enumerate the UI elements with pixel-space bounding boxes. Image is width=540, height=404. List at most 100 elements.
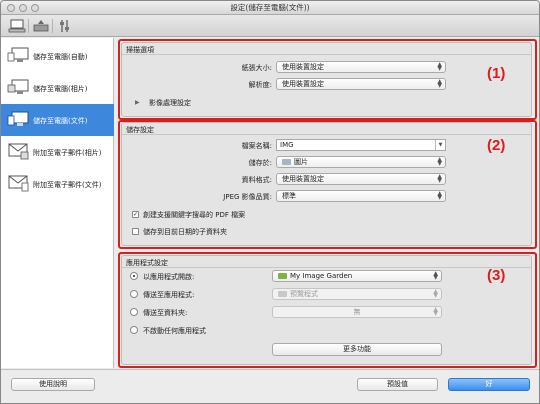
file-name-value: IMG [280, 141, 294, 149]
sidebar-item-label: 儲存至電腦(文件) [33, 117, 88, 125]
scan-from-operation-panel-button[interactable] [31, 18, 51, 34]
image-processing-settings-label[interactable]: 影像處理設定 [149, 98, 191, 108]
sidebar-item-label: 儲存至電腦(相片) [33, 85, 88, 93]
save-in-value: 圖片 [294, 158, 308, 166]
minimize-window-button[interactable] [19, 4, 27, 12]
my-image-garden-icon [278, 273, 287, 279]
chevron-down-icon[interactable]: ▼ [435, 140, 445, 150]
app-settings-panel: 應用程式設定 以應用程式開啟: My Image Garden ▲ ▼ 傳送至應用… [121, 255, 532, 365]
preview-app-icon [278, 291, 287, 297]
email-document-icon [8, 175, 29, 192]
zoom-window-button[interactable] [31, 4, 39, 12]
title-bar: 設定(儲存至電腦(文件)) [1, 1, 539, 15]
scan-from-computer-button[interactable] [7, 18, 27, 34]
paper-size-value: 使用裝置設定 [282, 63, 324, 71]
paper-size-label: 紙張大小: [241, 64, 272, 72]
toolbar-separator [52, 19, 53, 33]
resolution-label: 解析度: [248, 81, 272, 89]
computer-document-icon [7, 111, 29, 126]
save-subfolder-checkbox[interactable] [132, 228, 139, 235]
close-window-button[interactable] [7, 4, 15, 12]
popup-arrows-icon: ▲ ▼ [433, 306, 438, 317]
sidebar-item-save-to-computer-document[interactable]: 儲存至電腦(文件) [1, 104, 114, 136]
file-name-combo[interactable]: IMG ▼ [276, 139, 446, 151]
jpeg-quality-label: JPEG 影像品質: [223, 193, 272, 201]
resolution-value: 使用裝置設定 [282, 80, 324, 88]
callout-number-1: (1) [487, 65, 506, 82]
jpeg-quality-popup[interactable]: 標準 ▲ ▼ [276, 190, 446, 202]
ok-button[interactable]: 好 [448, 378, 530, 391]
save-subfolder-label: 儲存到目前日期的子資料夾 [143, 228, 227, 236]
send-to-app-popup[interactable]: 預覽程式 ▲ ▼ [272, 288, 442, 300]
save-in-popup[interactable]: 圖片 ▲ ▼ [276, 156, 446, 168]
popup-arrows-icon: ▲ ▼ [433, 288, 438, 299]
popup-arrows-icon: ▲ ▼ [437, 78, 442, 89]
general-settings-button[interactable] [55, 18, 75, 34]
send-to-folder-popup[interactable]: 無 ▲ ▼ [272, 306, 442, 318]
computer-photo-icon [7, 79, 29, 94]
create-pdf-checkbox[interactable]: ✓ [132, 211, 139, 218]
data-format-popup[interactable]: 使用裝置設定 ▲ ▼ [276, 173, 446, 185]
sidebar-item-save-to-computer-photo[interactable]: 儲存至電腦(相片) [1, 72, 114, 104]
data-format-label: 資料格式: [241, 176, 272, 184]
footer-divider [1, 369, 539, 370]
help-button[interactable]: 使用說明 [11, 378, 95, 391]
send-to-folder-value: 無 [353, 308, 361, 316]
sidebar: 儲存至電腦(自動) 儲存至電腦(相片) 儲存至電腦(文件) 附加至電子郵件(相片… [1, 38, 114, 368]
send-to-folder-label: 傳送至資料夾: [143, 309, 188, 317]
ok-button-label: 好 [485, 380, 493, 388]
panel-divider [122, 267, 531, 268]
general-settings-icon [60, 20, 69, 32]
send-to-folder-radio[interactable] [130, 308, 138, 316]
disclosure-triangle-icon[interactable]: ▶ [135, 99, 140, 106]
more-functions-button[interactable]: 更多功能 [272, 343, 442, 356]
scan-from-computer-icon [8, 19, 26, 33]
open-with-app-value: My Image Garden [290, 272, 353, 280]
open-with-app-label: 以應用程式開啟: [143, 273, 195, 281]
paper-size-popup[interactable]: 使用裝置設定 ▲ ▼ [276, 61, 446, 73]
scan-from-operation-panel-icon [33, 20, 49, 32]
scan-options-panel: 掃描選項 紙張大小: 使用裝置設定 ▲ ▼ 解析度: 使用裝置設定 ▲ ▼ ▶ 影像… [121, 42, 532, 117]
popup-arrows-icon: ▲ ▼ [437, 61, 442, 72]
toolbar-separator [28, 19, 29, 33]
save-in-label: 儲存於: [248, 159, 272, 167]
popup-arrows-icon: ▲ ▼ [433, 270, 438, 281]
defaults-button-label: 預設值 [387, 380, 408, 388]
panel-divider [122, 54, 531, 55]
radio-dot [133, 275, 135, 277]
do-not-start-app-radio[interactable] [130, 326, 138, 334]
send-to-app-radio[interactable] [130, 290, 138, 298]
email-photo-icon [8, 143, 29, 160]
popup-arrows-icon: ▲ ▼ [437, 173, 442, 184]
sidebar-item-attach-email-document[interactable]: 附加至電子郵件(文件) [1, 168, 114, 200]
computer-auto-icon [7, 47, 29, 62]
file-name-label: 檔案名稱: [241, 142, 272, 150]
open-with-app-radio[interactable] [130, 272, 138, 280]
folder-icon [282, 159, 291, 165]
settings-window: 設定(儲存至電腦(文件)) 儲存至電腦(自動) 儲存至電腦(相片) 儲存至電腦(… [0, 0, 540, 404]
jpeg-quality-value: 標準 [282, 192, 296, 200]
popup-arrows-icon: ▲ ▼ [437, 156, 442, 167]
sidebar-item-save-to-computer-auto[interactable]: 儲存至電腦(自動) [1, 40, 114, 72]
sidebar-item-attach-email-photo[interactable]: 附加至電子郵件(相片) [1, 136, 114, 168]
sidebar-item-label: 附加至電子郵件(文件) [33, 181, 102, 189]
more-functions-label: 更多功能 [343, 345, 371, 353]
sidebar-item-label: 儲存至電腦(自動) [33, 53, 88, 61]
open-with-app-popup[interactable]: My Image Garden ▲ ▼ [272, 270, 442, 282]
do-not-start-app-label: 不啟動任何應用程式 [143, 327, 206, 335]
toolbar [1, 15, 539, 37]
callout-number-2: (2) [487, 137, 506, 154]
popup-arrows-icon: ▲ ▼ [437, 190, 442, 201]
send-to-app-value: 預覽程式 [290, 290, 318, 298]
resolution-popup[interactable]: 使用裝置設定 ▲ ▼ [276, 78, 446, 90]
sidebar-item-label: 附加至電子郵件(相片) [33, 149, 102, 157]
save-settings-panel: 儲存設定 檔案名稱: IMG ▼ 儲存於: 圖片 ▲ ▼ 資料格式: 使用裝置設定… [121, 122, 532, 246]
defaults-button[interactable]: 預設值 [357, 378, 438, 391]
create-pdf-label: 創建支援關鍵字搜尋的 PDF 檔案 [143, 211, 246, 219]
send-to-app-label: 傳送至應用程式: [143, 291, 195, 299]
callout-number-3: (3) [487, 267, 506, 284]
panel-divider [122, 134, 531, 135]
window-title: 設定(儲存至電腦(文件)) [230, 3, 310, 12]
help-button-label: 使用說明 [39, 380, 67, 388]
data-format-value: 使用裝置設定 [282, 175, 324, 183]
